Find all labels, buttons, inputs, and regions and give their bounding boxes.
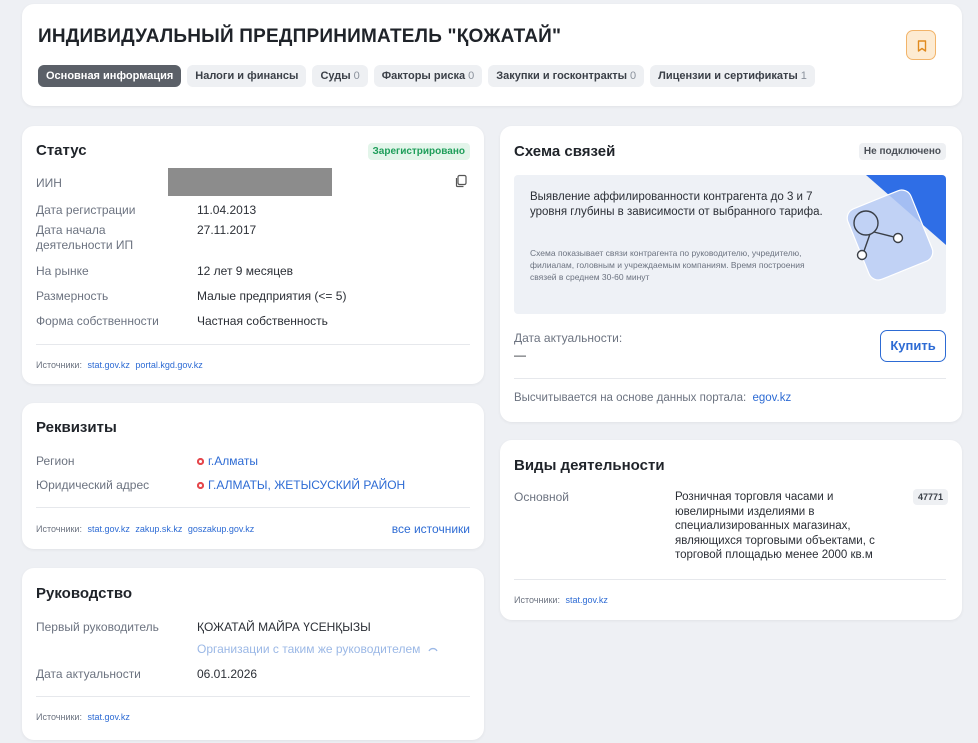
requisites-card: Реквизиты Регион г.Алматы Юридический ад… (22, 403, 484, 549)
ownership-label: Форма собственности (36, 314, 159, 328)
source-link[interactable]: portal.kgd.gov.kz (135, 360, 202, 370)
egov-link[interactable]: egov.kz (752, 392, 791, 404)
loading-icon (428, 647, 438, 652)
main-activity-label: Основной (514, 490, 570, 504)
source-link[interactable]: stat.gov.kz (87, 712, 129, 722)
bookmark-icon (917, 40, 927, 52)
status-card: Статус Зарегистрировано ИИН Дата регистр… (22, 126, 484, 384)
reg-date-label: Дата регистрации (36, 203, 136, 217)
management-card: Руководство Первый руководитель ҚОЖАТАЙ … (22, 568, 484, 740)
address-label: Юридический адрес (36, 478, 150, 492)
address-link[interactable]: Г.АЛМАТЫ, ЖЕТЫСУСКИЙ РАЙОН (197, 478, 405, 492)
mgmt-date-label: Дата актуальности (36, 667, 141, 681)
market-value: 12 лет 9 месяцев (197, 264, 294, 278)
management-sources: Источники: stat.gov.kz (36, 712, 130, 722)
same-head-link[interactable]: Организации с таким же руководителем (197, 642, 439, 656)
status-title: Статус (36, 142, 87, 159)
reg-date-value: 11.04.2013 (197, 203, 257, 217)
divider (36, 696, 470, 697)
copy-icon[interactable] (454, 174, 468, 188)
tab-licenses[interactable]: Лицензии и сертификаты 1 (650, 65, 815, 87)
buy-button[interactable]: Купить (880, 330, 946, 362)
scheme-date-value: — (514, 348, 526, 362)
requisites-sources: Источники: stat.gov.kz zakup.sk.kz gosza… (36, 524, 255, 534)
tab-risk-factors[interactable]: Факторы риска 0 (373, 65, 483, 87)
head-label: Первый руководитель (36, 620, 159, 634)
source-link[interactable]: zakup.sk.kz (135, 524, 182, 534)
start-date-value: 27.11.2017 (197, 223, 257, 237)
tab-taxes[interactable]: Налоги и финансы (187, 65, 307, 87)
tabs: Основная информация Налоги и финансы Суды 0… (38, 65, 821, 87)
links-scheme-title: Схема связей (514, 143, 616, 160)
source-link[interactable]: goszakup.gov.kz (188, 524, 254, 534)
tab-courts[interactable]: Суды 0 (312, 65, 368, 87)
activities-card: Виды деятельности Основной Розничная тор… (500, 440, 962, 620)
all-sources-link[interactable]: все источники (392, 522, 470, 536)
location-pin-icon (197, 458, 204, 465)
mgmt-date-value: 06.01.2026 (197, 667, 258, 681)
activities-sources: Источники: stat.gov.kz (514, 595, 608, 605)
requisites-title: Реквизиты (36, 419, 117, 436)
iin-label: ИИН (36, 176, 62, 190)
region-label: Регион (36, 454, 75, 468)
iin-redacted (168, 168, 332, 196)
location-pin-icon (197, 482, 204, 489)
size-value: Малые предприятия (<= 5) (197, 289, 347, 303)
bookmark-button[interactable] (906, 30, 936, 60)
promo-main-text: Выявление аффилированности контрагента д… (530, 191, 823, 218)
head-value: ҚОЖАТАЙ МАЙРА ҮСЕНҚЫЗЫ (197, 620, 371, 634)
links-scheme-card: Схема связей Не подключено Выявление афф… (500, 126, 962, 422)
status-sources: Источники: stat.gov.kz portal.kgd.gov.kz (36, 360, 203, 370)
main-activity-text: Розничная торговля часами и ювелирными и… (675, 491, 875, 561)
divider (514, 378, 946, 379)
divider (514, 579, 946, 580)
tab-main-info[interactable]: Основная информация (38, 65, 182, 87)
market-label: На рынке (36, 264, 89, 278)
divider (36, 507, 470, 508)
status-badge: Зарегистрировано (367, 143, 470, 160)
ownership-value: Частная собственность (197, 314, 328, 328)
header-card: ИНДИВИДУАЛЬНЫЙ ПРЕДПРИНИМАТЕЛЬ "ҚОЖАТАЙ"… (22, 4, 962, 106)
activities-title: Виды деятельности (514, 457, 665, 474)
management-title: Руководство (36, 585, 133, 602)
not-connected-badge: Не подключено (858, 143, 946, 160)
source-link[interactable]: stat.gov.kz (565, 595, 607, 605)
scheme-date-label: Дата актуальности: (514, 331, 623, 345)
divider (36, 344, 470, 345)
promo-banner: Выявление аффилированности контрагента д… (514, 175, 946, 314)
network-graph-icon (846, 175, 946, 281)
region-link[interactable]: г.Алматы (197, 454, 258, 468)
promo-small-text: Схема показывает связи контрагента по ру… (530, 248, 805, 282)
activity-code-badge: 47771 (912, 489, 948, 505)
size-label: Размерность (36, 289, 109, 303)
page-title: ИНДИВИДУАЛЬНЫЙ ПРЕДПРИНИМАТЕЛЬ "ҚОЖАТАЙ" (38, 26, 562, 47)
source-link[interactable]: stat.gov.kz (87, 360, 129, 370)
start-date-label: Дата начала деятельности ИП (36, 223, 134, 252)
scheme-footer: Высчитывается на основе данных портала: … (514, 392, 792, 404)
tab-procurement[interactable]: Закупки и госконтракты 0 (488, 65, 645, 87)
source-link[interactable]: stat.gov.kz (87, 524, 129, 534)
